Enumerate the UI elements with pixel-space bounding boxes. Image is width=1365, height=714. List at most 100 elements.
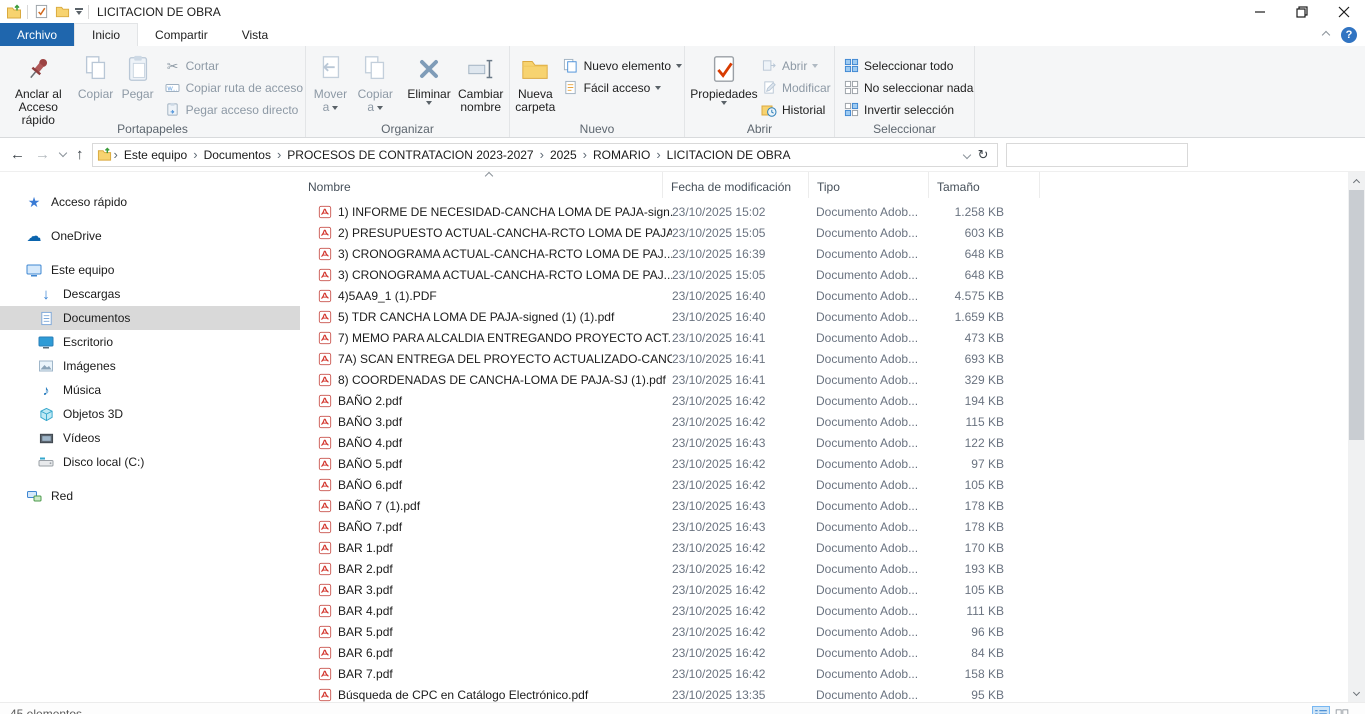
sidebar-item-network[interactable]: Red (0, 484, 300, 508)
breadcrumb-item[interactable]: PROCESOS DE CONTRATACION 2023-2027 (282, 148, 538, 162)
help-button[interactable]: ? (1341, 27, 1357, 43)
copy-button[interactable]: Copiar (75, 49, 117, 101)
file-row[interactable]: BAR 1.pdf23/10/2025 16:42Documento Adob.… (300, 537, 1348, 558)
file-name: BAÑO 7.pdf (338, 520, 672, 534)
history-button[interactable]: Historial (761, 100, 831, 119)
group-label: Nuevo (510, 122, 684, 136)
file-row[interactable]: 3) CRONOGRAMA ACTUAL-CANCHA-RCTO LOMA DE… (300, 264, 1348, 285)
paste-button[interactable]: Pegar (117, 49, 159, 101)
sidebar-item-documents[interactable]: Documentos (0, 306, 300, 330)
pin-to-quick-access-button[interactable]: Anclar alAcceso rápido (2, 49, 75, 127)
file-row[interactable]: BAÑO 2.pdf23/10/2025 16:42Documento Adob… (300, 390, 1348, 411)
breadcrumb-item[interactable]: 2025 (545, 148, 582, 162)
collapse-ribbon-icon[interactable] (1322, 31, 1330, 39)
recent-locations-dropdown-icon[interactable] (59, 149, 67, 157)
column-header-type[interactable]: Tipo (809, 172, 929, 198)
large-icons-view-button[interactable] (1333, 706, 1351, 714)
move-to-button[interactable]: Movera (308, 49, 353, 114)
file-row[interactable]: 7A) SCAN ENTREGA DEL PROYECTO ACTUALIZAD… (300, 348, 1348, 369)
sidebar-item-objects-3d[interactable]: Objetos 3D (0, 402, 300, 426)
file-row[interactable]: 3) CRONOGRAMA ACTUAL-CANCHA-RCTO LOMA DE… (300, 243, 1348, 264)
file-row[interactable]: BAÑO 6.pdf23/10/2025 16:42Documento Adob… (300, 474, 1348, 495)
scrollbar-thumb[interactable] (1349, 190, 1364, 440)
file-row[interactable]: BAÑO 3.pdf23/10/2025 16:42Documento Adob… (300, 411, 1348, 432)
search-input[interactable] (1007, 144, 1187, 166)
breadcrumb-item[interactable]: Este equipo (119, 148, 192, 162)
close-button[interactable] (1323, 0, 1365, 23)
properties-check-icon[interactable] (33, 4, 49, 20)
file-row[interactable]: BAÑO 5.pdf23/10/2025 16:42Documento Adob… (300, 453, 1348, 474)
file-row[interactable]: BAÑO 4.pdf23/10/2025 16:43Documento Adob… (300, 432, 1348, 453)
sidebar-item-local-disk[interactable]: Disco local (C:) (0, 450, 300, 474)
file-row[interactable]: 2) PRESUPUESTO ACTUAL-CANCHA-RCTO LOMA D… (300, 222, 1348, 243)
address-dropdown-icon[interactable] (962, 150, 970, 158)
tab-inicio[interactable]: Inicio (74, 23, 138, 46)
navigation-pane: ★Acceso rápido ☁OneDrive Este equipo ↓Desca… (0, 172, 300, 702)
breadcrumb-item[interactable]: ROMARIO (588, 148, 655, 162)
file-row[interactable]: BAR 5.pdf23/10/2025 16:42Documento Adob.… (300, 621, 1348, 642)
file-row[interactable]: BAÑO 7.pdf23/10/2025 16:43Documento Adob… (300, 516, 1348, 537)
scroll-down-icon[interactable] (1348, 685, 1365, 702)
details-view-button[interactable] (1312, 706, 1330, 714)
file-row[interactable]: BAR 7.pdf23/10/2025 16:42Documento Adob.… (300, 663, 1348, 684)
invert-selection-button[interactable]: Invertir selección (843, 100, 973, 119)
sidebar-item-music[interactable]: ♪Música (0, 378, 300, 402)
sidebar-item-pictures[interactable]: Imágenes (0, 354, 300, 378)
minimize-button[interactable] (1239, 0, 1281, 23)
modify-button[interactable]: Modificar (761, 78, 831, 97)
file-row[interactable]: BAR 2.pdf23/10/2025 16:42Documento Adob.… (300, 558, 1348, 579)
file-row[interactable]: BAÑO 7 (1).pdf23/10/2025 16:43Documento … (300, 495, 1348, 516)
column-header-size[interactable]: Tamaño (929, 172, 1040, 198)
folder-up-arrow-icon[interactable] (6, 4, 22, 20)
delete-button[interactable]: Eliminar (404, 49, 455, 105)
cut-button[interactable]: ✂ Cortar (165, 56, 303, 75)
file-row[interactable]: 5) TDR CANCHA LOMA DE PAJA-signed (1) (1… (300, 306, 1348, 327)
new-folder-button[interactable]: Nuevacarpeta (512, 49, 559, 114)
pdf-file-icon (318, 688, 332, 702)
sidebar-item-downloads[interactable]: ↓Descargas (0, 282, 300, 306)
sidebar-item-desktop[interactable]: Escritorio (0, 330, 300, 354)
file-row[interactable]: BAR 4.pdf23/10/2025 16:42Documento Adob.… (300, 600, 1348, 621)
address-bar[interactable]: ›Este equipo›Documentos›PROCESOS DE CONT… (92, 143, 998, 167)
file-size: 122 KB (930, 436, 1004, 450)
scroll-up-icon[interactable] (1348, 172, 1365, 189)
file-row[interactable]: 7) MEMO PARA ALCALDIA ENTREGANDO PROYECT… (300, 327, 1348, 348)
new-item-button[interactable]: Nuevo elemento (563, 56, 682, 75)
forward-button[interactable]: → (35, 146, 50, 163)
file-row[interactable]: BAR 3.pdf23/10/2025 16:42Documento Adob.… (300, 579, 1348, 600)
copy-path-button[interactable]: W... Copiar ruta de acceso (165, 78, 303, 97)
tab-compartir[interactable]: Compartir (138, 23, 225, 46)
vertical-scrollbar[interactable] (1348, 172, 1365, 702)
easy-access-button[interactable]: Fácil acceso (563, 78, 682, 97)
select-all-button[interactable]: Seleccionar todo (843, 56, 973, 75)
sidebar-item-videos[interactable]: Vídeos (0, 426, 300, 450)
rename-button[interactable]: Cambiarnombre (454, 49, 507, 114)
back-button[interactable]: ← (10, 146, 25, 163)
sidebar-item-label: Este equipo (51, 263, 114, 277)
copy-to-button[interactable]: Copiara (353, 49, 398, 114)
ribbon: Anclar alAcceso rápido Copiar Pegar ✂ Co… (0, 46, 1365, 138)
breadcrumb-item[interactable]: LICITACION DE OBRA (662, 148, 796, 162)
up-button[interactable]: ↑ (76, 146, 84, 163)
qat-customize-dropdown[interactable] (75, 8, 83, 14)
sidebar-item-onedrive[interactable]: ☁OneDrive (0, 224, 300, 248)
file-row[interactable]: BAR 6.pdf23/10/2025 16:42Documento Adob.… (300, 642, 1348, 663)
column-header-date[interactable]: Fecha de modificación (663, 172, 809, 198)
file-row[interactable]: 4)5AA9_1 (1).PDF23/10/2025 16:40Document… (300, 285, 1348, 306)
open-button[interactable]: Abrir (761, 56, 831, 75)
properties-button[interactable]: Propiedades (687, 49, 761, 105)
file-row[interactable]: 1) INFORME DE NECESIDAD-CANCHA LOMA DE P… (300, 201, 1348, 222)
tab-archivo[interactable]: Archivo (0, 23, 74, 46)
paste-shortcut-button[interactable]: Pegar acceso directo (165, 100, 303, 119)
file-row[interactable]: 8) COORDENADAS DE CANCHA-LOMA DE PAJA-SJ… (300, 369, 1348, 390)
dropdown-arrow-icon (721, 101, 727, 105)
tab-vista[interactable]: Vista (225, 23, 285, 46)
restore-button[interactable] (1281, 0, 1323, 23)
refresh-icon[interactable]: ↻ (978, 147, 989, 163)
folder-icon[interactable] (54, 4, 70, 20)
select-none-button[interactable]: No seleccionar nada (843, 78, 973, 97)
breadcrumb-item[interactable]: Documentos (199, 148, 276, 162)
sidebar-item-quick-access[interactable]: ★Acceso rápido (0, 190, 300, 214)
sidebar-item-this-pc[interactable]: Este equipo (0, 258, 300, 282)
column-header-name[interactable]: Nombre (300, 172, 663, 198)
